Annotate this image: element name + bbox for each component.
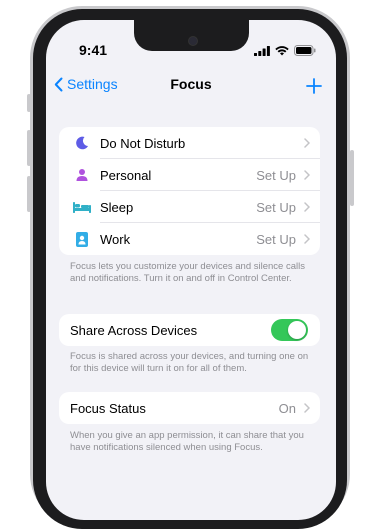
side-button [350, 150, 354, 206]
navigation-bar: Settings Focus [46, 76, 336, 106]
focus-mode-label: Do Not Disturb [100, 135, 186, 151]
focus-mode-value: Set Up [256, 231, 296, 247]
chevron-right-icon [304, 138, 310, 148]
moon-icon [70, 136, 94, 150]
focus-mode-value: Set Up [256, 167, 296, 183]
focus-mode-label: Sleep [100, 199, 134, 215]
chevron-right-icon [304, 403, 310, 413]
chevron-right-icon [304, 202, 310, 212]
battery-icon [294, 45, 316, 56]
focus-footnote: Focus lets you customize your devices an… [70, 261, 305, 284]
page-title: Focus [170, 76, 212, 92]
focus-status-row[interactable]: Focus Status On [59, 392, 320, 424]
focus-mode-label: Work [100, 231, 131, 247]
share-across-devices-toggle[interactable] [271, 319, 308, 341]
focus-mode-value: Set Up [256, 199, 296, 215]
share-footnote: Focus is shared across your devices, and… [70, 351, 309, 374]
bed-icon [70, 201, 94, 213]
cellular-signal-icon [254, 45, 270, 56]
chevron-right-icon [304, 170, 310, 180]
front-camera [188, 36, 198, 46]
plus-icon [306, 78, 322, 94]
status-footnote: When you give an app permission, it can … [70, 430, 304, 453]
share-across-devices-group: Share Across Devices [59, 314, 320, 346]
focus-mode-sleep[interactable]: Sleep Set Up [59, 191, 320, 223]
status-time: 9:41 [79, 42, 108, 58]
toggle-knob [288, 321, 306, 339]
focus-status-group: Focus Status On [59, 392, 320, 424]
chevron-right-icon [304, 234, 310, 244]
silent-switch [27, 94, 31, 112]
volume-down-button [27, 176, 31, 212]
focus-status-label: Focus Status [70, 400, 146, 416]
volume-up-button [27, 130, 31, 166]
focus-mode-personal[interactable]: Personal Set Up [59, 159, 320, 191]
notch [134, 20, 249, 51]
focus-modes-list: Do Not Disturb Personal Set Up Sleep Set… [59, 127, 320, 255]
focus-mode-do-not-disturb[interactable]: Do Not Disturb [59, 127, 320, 159]
share-across-devices-label: Share Across Devices [70, 322, 198, 338]
status-icons [254, 45, 316, 56]
focus-mode-work[interactable]: Work Set Up [59, 223, 320, 255]
person-icon [70, 168, 94, 182]
focus-mode-label: Personal [100, 167, 152, 183]
id-badge-icon [70, 231, 94, 247]
screen: 9:41 Settings Focus Do Not Disturb Perso… [46, 20, 336, 520]
share-across-devices-row: Share Across Devices [59, 314, 320, 346]
add-focus-button[interactable] [306, 72, 322, 99]
wifi-icon [275, 45, 289, 55]
focus-status-value: On [278, 400, 296, 416]
